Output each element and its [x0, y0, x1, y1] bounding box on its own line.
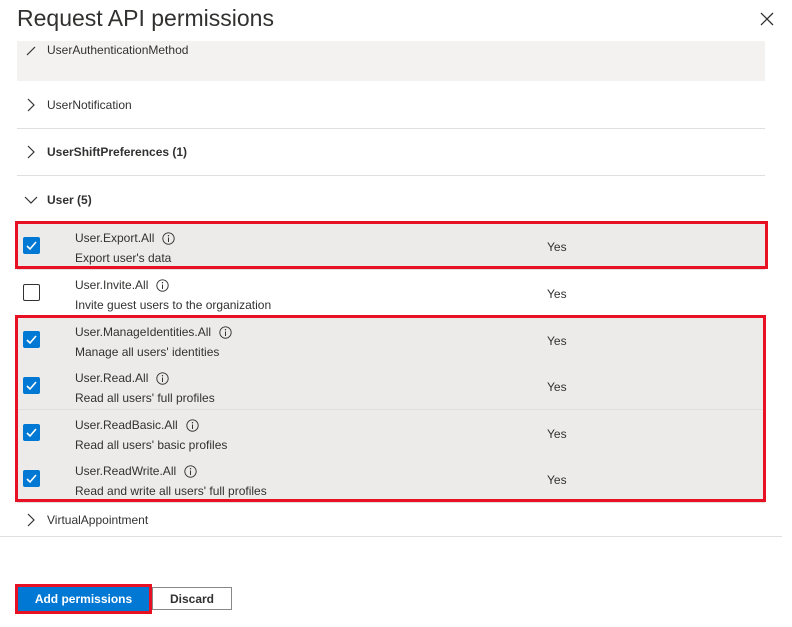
- permission-checkbox[interactable]: [23, 424, 40, 441]
- admin-consent-value: Yes: [547, 380, 567, 394]
- permission-row[interactable]: User.ManageIdentities.All Manage all use…: [17, 317, 765, 364]
- permission-description: Read all users' full profiles: [75, 391, 215, 405]
- permission-description: Export user's data: [75, 251, 172, 265]
- admin-consent-value: Yes: [547, 287, 567, 301]
- permission-row[interactable]: User.Invite.All Invite guest users to th…: [17, 270, 765, 317]
- info-icon[interactable]: [156, 278, 170, 292]
- permission-name: User.ReadBasic.All: [75, 418, 178, 432]
- permission-row[interactable]: User.Export.All Export user's data Yes: [17, 223, 765, 270]
- group-userauthenticationmethod[interactable]: UserAuthenticationMethod: [17, 41, 765, 81]
- permission-name: User.ManageIdentities.All: [75, 325, 212, 339]
- group-label: UserNotification: [47, 98, 132, 112]
- chevron-right-icon: [21, 510, 41, 530]
- group-user[interactable]: User (5): [17, 176, 765, 223]
- permission-checkbox[interactable]: [23, 237, 40, 254]
- info-icon[interactable]: [184, 464, 197, 478]
- permission-checkbox[interactable]: [23, 331, 40, 348]
- add-permissions-button[interactable]: Add permissions: [15, 584, 152, 614]
- checkmark-icon: [26, 241, 37, 251]
- chevron-right-icon: [21, 95, 41, 115]
- footer-divider: [0, 536, 782, 537]
- admin-consent-value: Yes: [547, 240, 567, 254]
- chevron-right-icon: [21, 142, 41, 162]
- group-label: UserShiftPreferences (1): [47, 145, 188, 159]
- checkmark-icon: [26, 428, 37, 438]
- permission-checkbox[interactable]: [23, 377, 40, 394]
- group-virtualappointment[interactable]: VirtualAppointment: [17, 503, 765, 537]
- permission-checkbox[interactable]: [23, 284, 40, 301]
- permission-name: User.Read.All: [75, 371, 149, 385]
- info-icon[interactable]: [156, 371, 170, 385]
- permission-name: User.Invite.All: [75, 278, 149, 292]
- admin-consent-value: Yes: [547, 473, 567, 487]
- permission-row[interactable]: User.ReadBasic.All Read all users' basic…: [17, 410, 765, 457]
- checkmark-icon: [26, 335, 37, 345]
- permission-checkbox[interactable]: [23, 470, 40, 487]
- permission-name: User.Export.All: [75, 231, 155, 245]
- group-usershiftpreferences[interactable]: UserShiftPreferences (1): [17, 129, 765, 176]
- close-icon[interactable]: [758, 10, 776, 28]
- group-label: User (5): [47, 192, 92, 207]
- admin-consent-value: Yes: [547, 427, 567, 441]
- info-icon[interactable]: [186, 418, 199, 432]
- permission-description: Read all users' basic profiles: [75, 438, 228, 452]
- chevron-right-icon: [21, 40, 41, 60]
- permission-row[interactable]: User.ReadWrite.All Read and write all us…: [17, 456, 765, 503]
- group-usernotification[interactable]: UserNotification: [17, 82, 765, 129]
- permission-row[interactable]: User.Read.All Read all users' full profi…: [17, 363, 765, 410]
- permission-description: Read and write all users' full profiles: [75, 484, 267, 498]
- discard-button[interactable]: Discard: [152, 587, 232, 610]
- permission-description: Invite guest users to the organization: [75, 298, 272, 312]
- group-label: VirtualAppointment: [47, 513, 149, 527]
- chevron-down-icon: [21, 190, 41, 210]
- checkmark-icon: [26, 474, 37, 484]
- group-label: UserAuthenticationMethod: [47, 43, 189, 57]
- checkmark-icon: [26, 381, 37, 391]
- admin-consent-value: Yes: [547, 334, 567, 348]
- info-icon[interactable]: [162, 231, 176, 245]
- permission-description: Manage all users' identities: [75, 345, 220, 359]
- permission-name: User.ReadWrite.All: [75, 464, 177, 478]
- dialog-title: Request API permissions: [17, 5, 274, 31]
- info-icon[interactable]: [219, 325, 232, 339]
